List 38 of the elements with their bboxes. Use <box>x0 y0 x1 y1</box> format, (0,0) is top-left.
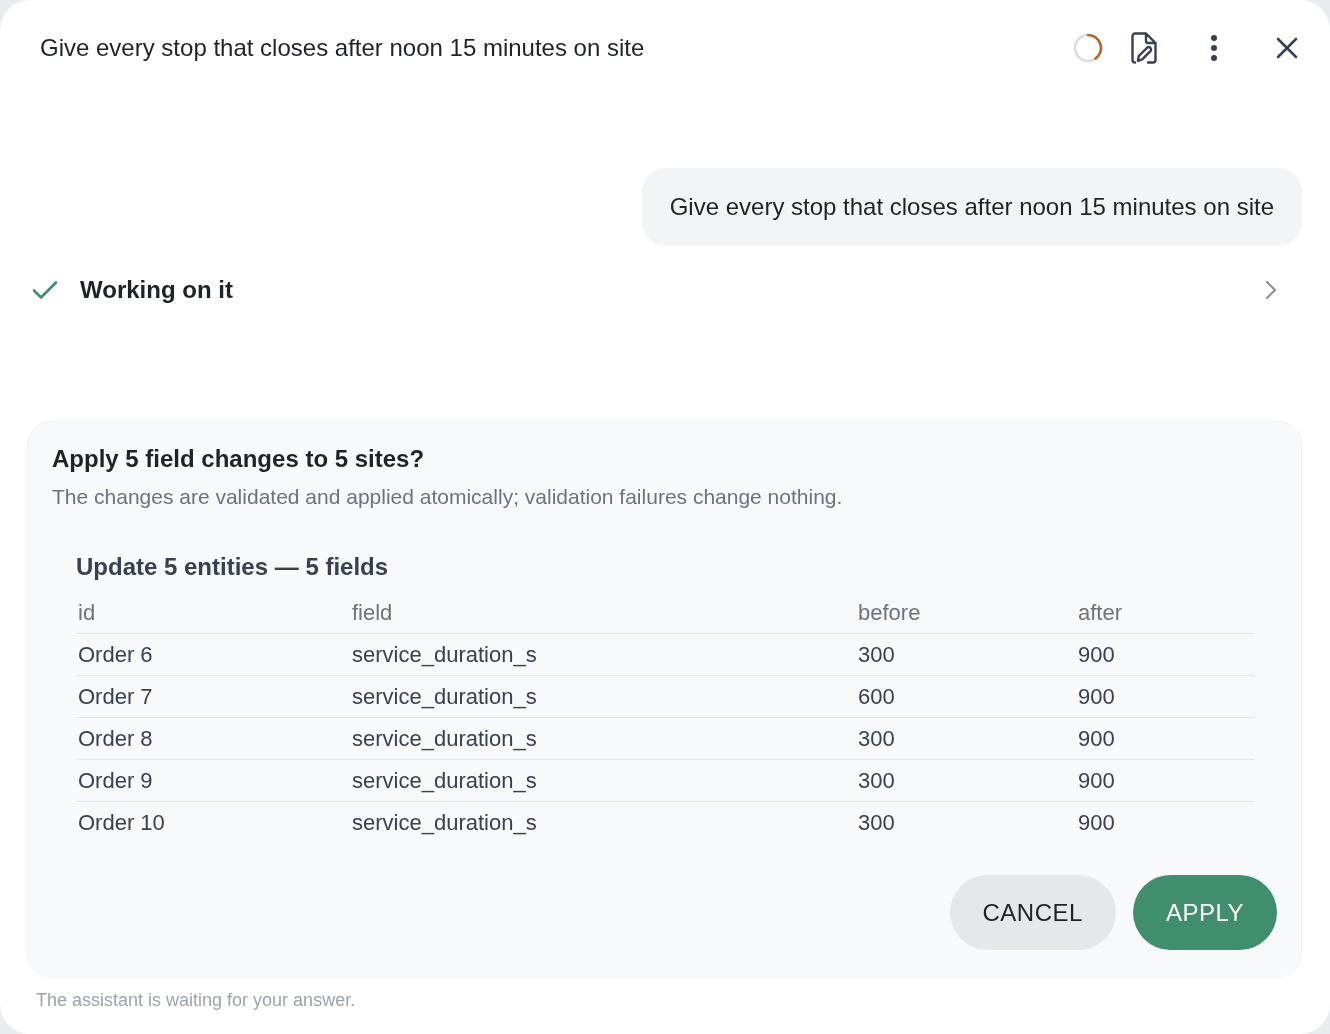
table-cell-text: Order 7 <box>77 683 153 710</box>
loading-spinner-icon <box>1073 33 1103 63</box>
table-cell-text: service_duration_s <box>351 683 537 710</box>
table-cell-text: service_duration_s <box>351 767 537 794</box>
status-label: Working on it <box>80 276 234 304</box>
table-cell-text: 600 <box>857 683 895 710</box>
column-header: before <box>857 599 921 626</box>
chevron-icon[interactable] <box>1265 280 1277 300</box>
apply-button[interactable]: APPLY <box>1132 875 1277 950</box>
dialog-title: Give every stop that closes after noon 15 minutes on site <box>40 34 646 62</box>
table-cell-text: 900 <box>1077 725 1115 752</box>
table-cell-text: Order 10 <box>77 809 165 836</box>
table-cell-text: 300 <box>857 809 895 836</box>
close-icon[interactable] <box>1276 37 1298 59</box>
card-description: The changes are validated and applied atomically; validation failures change nothing. <box>52 484 844 510</box>
document-pencil-icon[interactable] <box>1131 32 1157 64</box>
table-cell-text: service_duration_s <box>351 725 537 752</box>
table-cell-text: Order 8 <box>77 725 153 752</box>
table-cell-text: Order 9 <box>77 767 153 794</box>
table-cell-text: service_duration_s <box>351 641 537 668</box>
column-header: after <box>1077 599 1123 626</box>
section-title: Update 5 entities — 5 fields <box>76 552 390 582</box>
table-cell-text: Order 6 <box>77 641 153 668</box>
table-cell-text: 900 <box>1077 809 1115 836</box>
column-header: field <box>351 599 393 626</box>
footer-note: The assistant is waiting for your answer. <box>35 990 357 1011</box>
table-cell-text: 300 <box>857 725 895 752</box>
table-cell-text: 900 <box>1077 767 1115 794</box>
cancel-button[interactable]: CANCEL <box>949 875 1116 950</box>
more-options-icon[interactable] <box>1210 34 1218 62</box>
table-cell-text: 900 <box>1077 641 1115 668</box>
table-cell-text: 300 <box>857 641 895 668</box>
column-header: id <box>77 599 96 626</box>
card-title: Apply 5 field changes to 5 sites? <box>52 444 426 474</box>
table-cell-text: 300 <box>857 767 895 794</box>
table-cell-text: 900 <box>1077 683 1115 710</box>
user-message: Give every stop that closes after noon 15 minutes on site <box>641 168 1302 246</box>
table-cell-text: service_duration_s <box>351 809 537 836</box>
